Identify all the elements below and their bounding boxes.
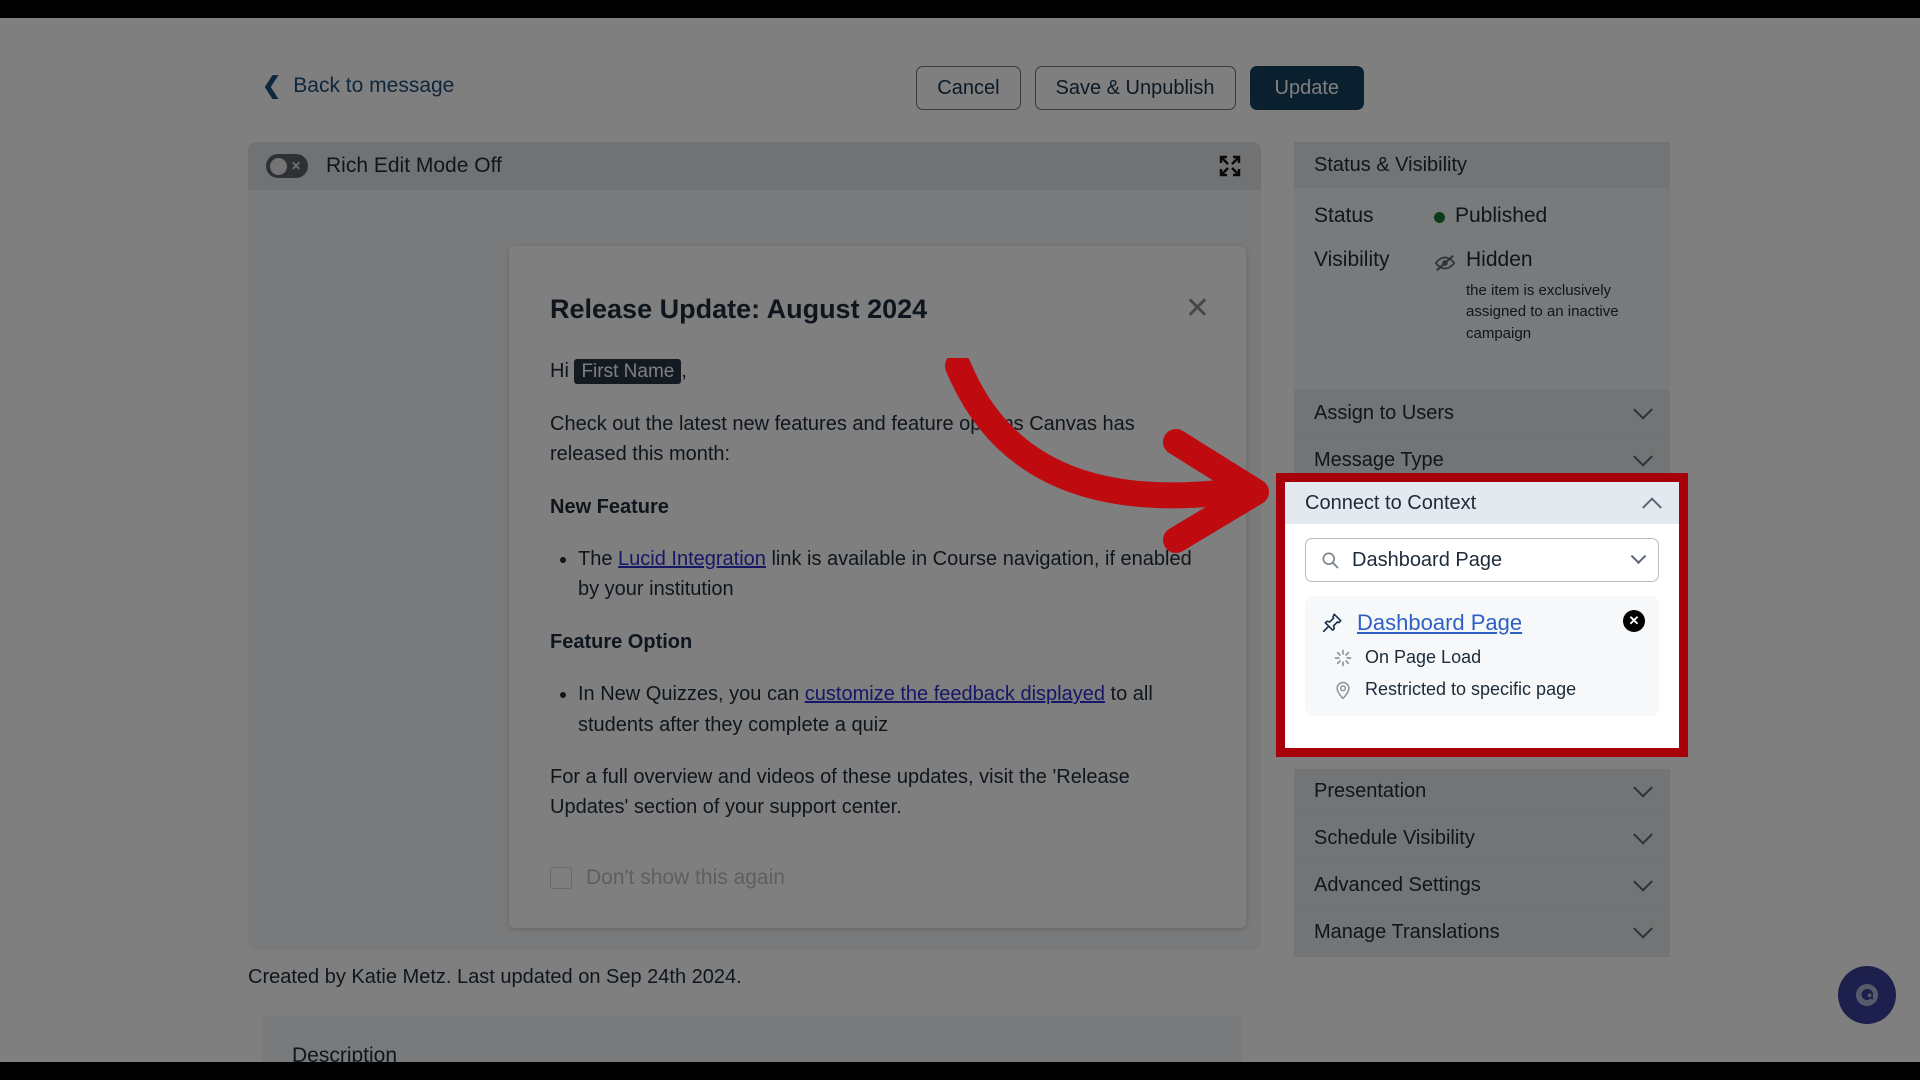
context-trigger-row: On Page Load (1333, 647, 1643, 668)
toggle-off-icon: ✕ (290, 159, 301, 173)
update-button[interactable]: Update (1249, 66, 1364, 110)
section-heading-feature-option: Feature Option (550, 630, 693, 653)
status-badge: Published (1455, 204, 1548, 227)
close-circle-icon[interactable]: ✕ (1623, 610, 1645, 632)
context-result-link[interactable]: Dashboard Page (1357, 610, 1522, 636)
context-result-top: Dashboard Page (1321, 610, 1643, 636)
top-action-bar: ❮ Back to message Cancel Save & Unpublis… (0, 18, 1920, 118)
status-row: Status Published (1314, 204, 1650, 228)
sidebar-item-advanced-settings[interactable]: Advanced Settings (1294, 862, 1670, 909)
message-type-label: Message Type (1314, 449, 1444, 472)
rich-edit-mode-label: Rich Edit Mode Off (326, 154, 502, 177)
pin-icon (1322, 613, 1342, 633)
action-buttons: Cancel Save & Unpublish Update (916, 66, 1364, 110)
presentation-panel: Presentation (1294, 768, 1670, 816)
sidebar-item-presentation[interactable]: Presentation (1294, 768, 1670, 815)
greeting-prefix: Hi (550, 360, 575, 382)
close-icon[interactable]: ✕ (1185, 294, 1210, 324)
connect-to-context-title: Connect to Context (1305, 491, 1477, 514)
chat-help-button[interactable] (1838, 966, 1896, 1024)
save-and-unpublish-button[interactable]: Save & Unpublish (1034, 66, 1236, 110)
cancel-button[interactable]: Cancel (916, 66, 1021, 110)
modal-title: Release Update: August 2024 (550, 294, 928, 324)
toggle-knob (270, 157, 287, 175)
connect-to-context-header[interactable]: Connect to Context (1285, 482, 1679, 524)
presentation-label: Presentation (1314, 780, 1427, 803)
chevron-down-icon (1633, 446, 1653, 467)
outro-paragraph: For a full overview and videos of these … (550, 766, 1130, 819)
visibility-value-group: Hidden the item is exclusively assigned … (1434, 248, 1626, 344)
sidebar-item-assign-to-users[interactable]: Assign to Users (1294, 390, 1670, 437)
sidebar-item-manage-translations[interactable]: Manage Translations (1294, 909, 1670, 956)
description-card: Description (262, 1016, 1242, 1062)
dont-show-again-checkbox[interactable] (550, 867, 572, 889)
back-to-message-link[interactable]: ❮ Back to message (262, 71, 455, 98)
chevron-left-icon: ❮ (262, 71, 282, 98)
manage-translations-label: Manage Translations (1314, 921, 1500, 944)
manage-translations-panel: Manage Translations (1294, 909, 1670, 957)
customize-feedback-link[interactable]: customize the feedback displayed (805, 683, 1105, 705)
chevron-down-icon[interactable] (1630, 547, 1647, 564)
lucid-integration-link[interactable]: Lucid Integration (618, 548, 766, 570)
dont-show-again-row[interactable]: Don't show this again (550, 866, 785, 890)
assign-to-users-label: Assign to Users (1314, 402, 1455, 425)
created-by-text: Created by Katie Metz. Last updated on S… (248, 966, 742, 988)
status-visibility-title: Status & Visibility (1314, 153, 1468, 176)
editor-toolbar: ✕ Rich Edit Mode Off (248, 142, 1261, 190)
status-visibility-header[interactable]: Status & Visibility (1294, 142, 1670, 188)
greeting-suffix: , (681, 360, 687, 382)
chevron-down-icon (1633, 918, 1653, 939)
eye-slash-icon (1434, 254, 1456, 272)
context-scope-row: Restricted to specific page (1333, 679, 1643, 700)
chat-help-icon (1856, 984, 1878, 1006)
advanced-settings-panel: Advanced Settings (1294, 862, 1670, 910)
list-item: In New Quizzes, you can customize the fe… (578, 679, 1212, 740)
back-to-message-label: Back to message (293, 74, 455, 97)
visibility-row: Visibility Hidden the item is exclusivel… (1314, 248, 1650, 344)
description-label: Description (292, 1044, 398, 1062)
visibility-label: Visibility (1314, 248, 1390, 271)
visibility-note: the item is exclusively assigned to an i… (1466, 282, 1619, 342)
curved-arrow-right-icon (945, 358, 1269, 553)
context-trigger-label: On Page Load (1365, 647, 1482, 667)
feature-option-list: In New Quizzes, you can customize the fe… (578, 679, 1212, 740)
advanced-settings-label: Advanced Settings (1314, 874, 1481, 897)
merge-token-first-name: First Name (574, 359, 682, 384)
spinner-icon (1334, 649, 1352, 666)
expand-fullscreen-icon[interactable] (1219, 155, 1241, 177)
dont-show-again-label: Don't show this again (586, 866, 785, 889)
sidebar-item-schedule-visibility[interactable]: Schedule Visibility (1294, 815, 1670, 862)
chevron-down-icon (1633, 399, 1653, 420)
status-dot-icon (1434, 212, 1445, 223)
chevron-down-icon (1633, 824, 1653, 845)
status-value-group: Published (1434, 204, 1547, 228)
status-visibility-body: Status Published Visibility Hidden the i… (1294, 188, 1670, 390)
bullet-1-pre: The (578, 548, 619, 571)
schedule-visibility-label: Schedule Visibility (1314, 827, 1475, 850)
status-visibility-panel: Status & Visibility Status Published Vis… (1294, 142, 1670, 391)
chevron-down-icon (1633, 777, 1653, 798)
context-search-value: Dashboard Page (1352, 548, 1503, 571)
schedule-visibility-panel: Schedule Visibility (1294, 815, 1670, 863)
rich-edit-mode-toggle[interactable]: ✕ (266, 154, 308, 178)
status-label: Status (1314, 204, 1374, 227)
context-search-input[interactable]: Dashboard Page (1305, 538, 1659, 582)
context-result-item: Dashboard Page ✕ On Page Load Restricted… (1305, 596, 1659, 716)
release-update-modal: Release Update: August 2024 ✕ Hi First N… (509, 246, 1246, 928)
chevron-down-icon (1633, 871, 1653, 892)
chevron-up-icon (1642, 497, 1662, 518)
location-pin-icon (1336, 681, 1350, 699)
context-scope-label: Restricted to specific page (1365, 679, 1577, 699)
connect-to-context-body: Dashboard Page Dashboard Page ✕ On Page … (1285, 524, 1679, 726)
bullet-2-pre: In New Quizzes, you can (578, 683, 805, 706)
search-icon (1322, 552, 1339, 569)
visibility-badge: Hidden (1466, 248, 1533, 271)
connect-to-context-highlight: Connect to Context Dashboard Page Dashbo… (1276, 473, 1688, 757)
assign-to-users-panel: Assign to Users (1294, 390, 1670, 438)
